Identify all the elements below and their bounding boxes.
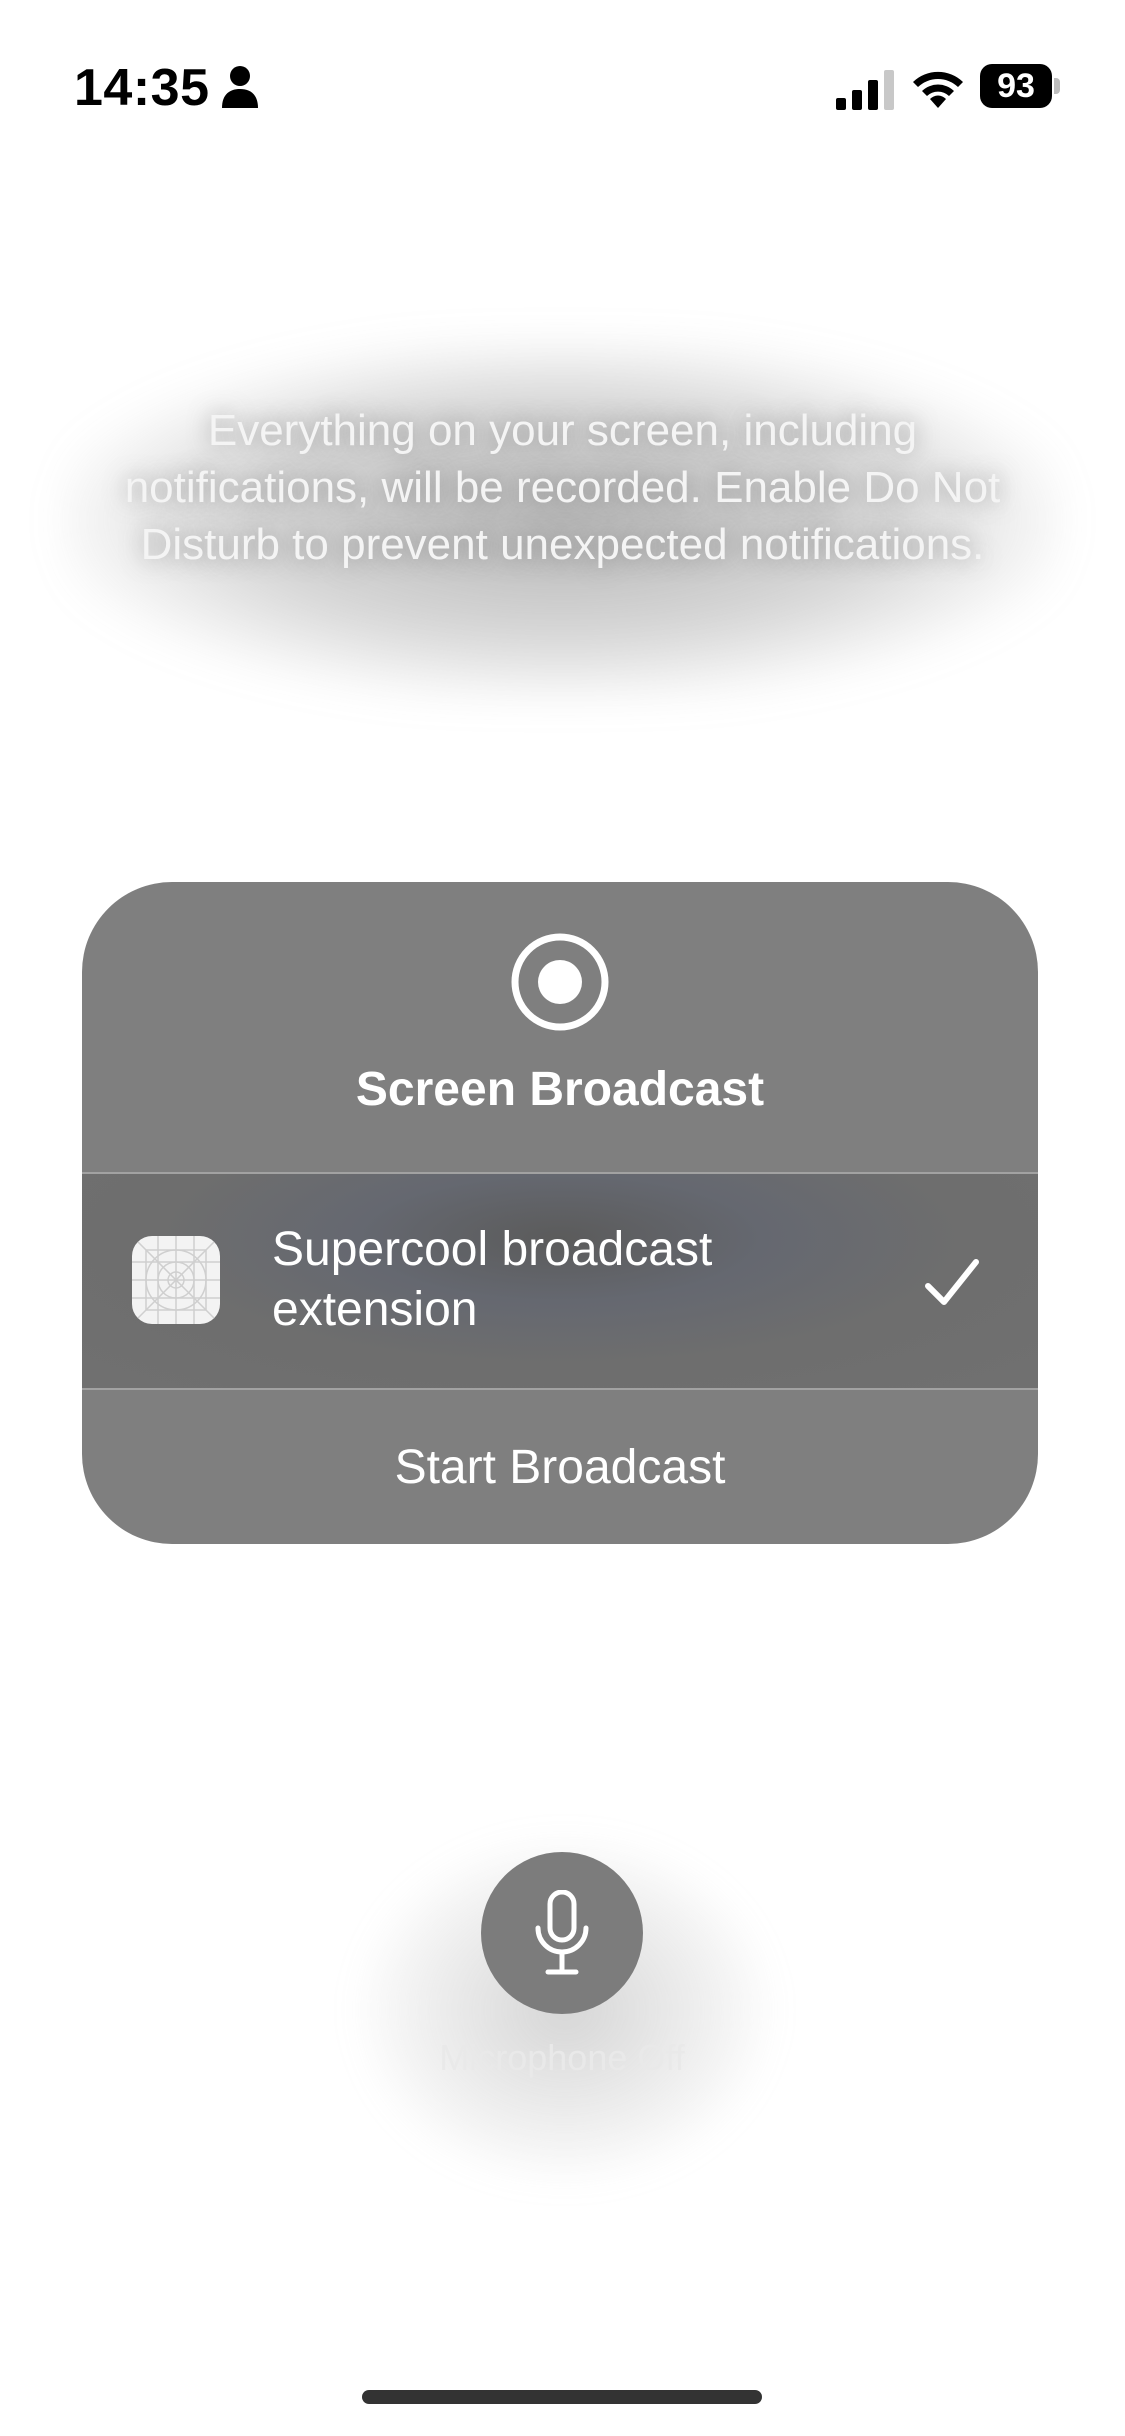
record-icon	[511, 933, 609, 1031]
start-broadcast-button[interactable]: Start Broadcast	[82, 1390, 1038, 1544]
broadcast-title: Screen Broadcast	[355, 1063, 765, 1116]
microphone-icon	[535, 1890, 589, 1975]
battery-cap	[1054, 78, 1060, 94]
app-placeholder-icon	[132, 1236, 220, 1324]
home-indicator[interactable]	[362, 2390, 762, 2404]
microphone-label: Microphone Off	[439, 2037, 685, 2078]
signal-icon	[836, 70, 894, 110]
recording-notice: Everything on your screen, including not…	[124, 406, 1001, 569]
status-bar: 14:35 93	[0, 0, 1125, 180]
wifi-icon	[913, 71, 963, 108]
battery-level: 93	[980, 64, 1052, 108]
broadcast-picker: Screen Broadcast Supercool broadcast ext…	[82, 882, 1038, 1544]
person-icon	[222, 66, 258, 108]
battery-icon: 93	[980, 64, 1060, 108]
microphone-toggle[interactable]	[481, 1852, 643, 2014]
checkmark-icon	[925, 1259, 979, 1305]
status-time: 14:35	[74, 59, 210, 117]
extension-name: Supercool broadcast extension	[272, 1223, 713, 1336]
extension-option[interactable]: Supercool broadcast extension	[82, 1174, 1038, 1388]
